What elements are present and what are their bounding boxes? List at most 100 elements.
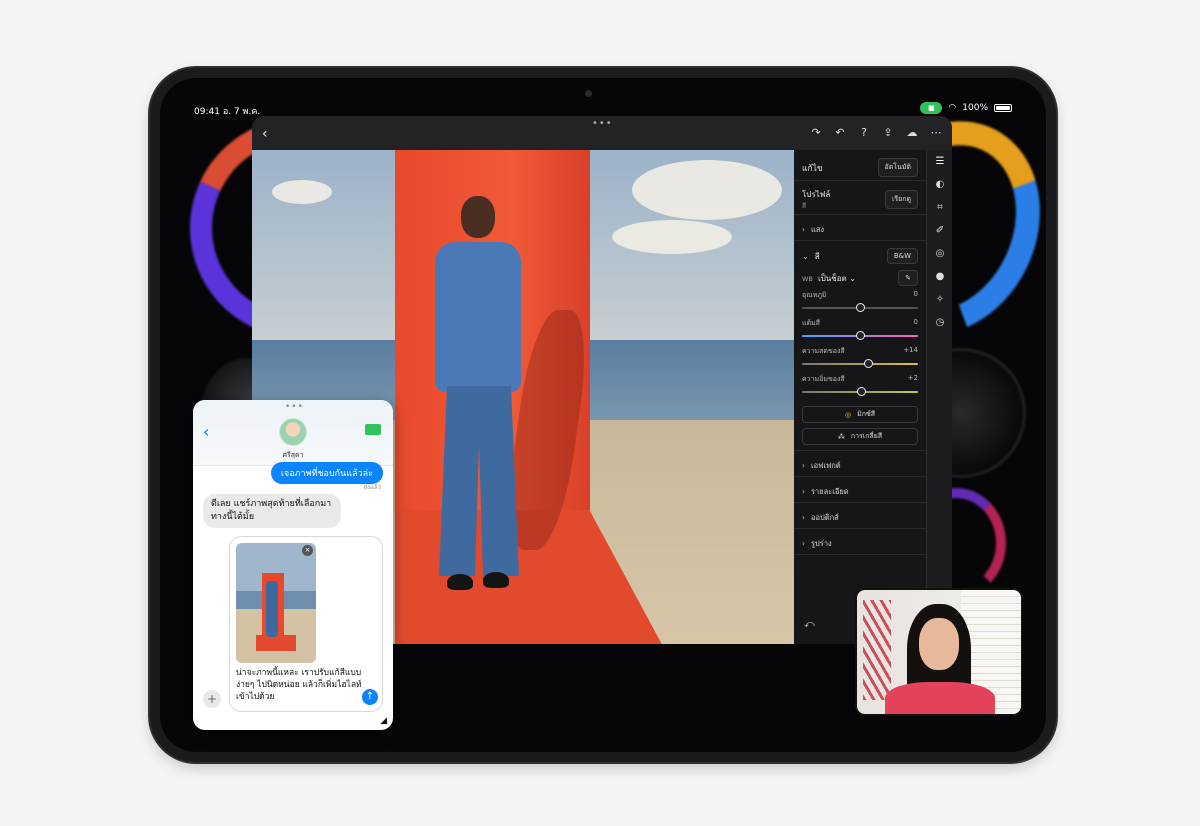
send-button[interactable]: ↑ (362, 689, 378, 705)
window-grabber-icon[interactable]: ••• (592, 118, 613, 129)
panel-header: แก้ไข อัตโนมัติ (794, 158, 926, 177)
reset-icon[interactable]: ⤺ (804, 619, 815, 630)
model-shoe (483, 572, 509, 588)
compose-text[interactable]: น่าจะภาพนี้แหละ เราปรับแก้สีแบบง่ายๆ ไปน… (236, 667, 378, 703)
incoming-message: ดีเลย แชร์ภาพสุดท้ายที่เลือกมาทางนี้ได้ม… (203, 494, 341, 528)
wb-select[interactable]: เป็นช็อต (818, 274, 847, 283)
slider-label: ความสดของสี (802, 347, 845, 355)
tool-strip: ☰ ◐ ⌗ ✐ ◎ ● ✧ ◷ (926, 150, 952, 644)
compose-field[interactable]: × น่าจะภาพนี้แหละ เราปรับแก้สีแบบง่ายๆ ไ… (229, 536, 383, 712)
browse-button[interactable]: เรียกดู (884, 190, 918, 209)
section-label: ออปติกส์ (811, 513, 839, 522)
facetime-pip[interactable] (855, 588, 1023, 716)
slider-value: +2 (907, 374, 918, 382)
masking-icon[interactable]: ◎ (927, 242, 952, 265)
color-mix-label: มิกซ์สี (857, 410, 875, 418)
photo-cloud (632, 160, 782, 220)
avatar[interactable] (279, 418, 307, 446)
slider-track[interactable] (802, 303, 918, 312)
video-call-indicator-icon[interactable]: ■ (920, 102, 943, 114)
model-pants (439, 386, 519, 576)
messages-window: ••• ‹ ศรีสุดา เจอภาพที่ชอบกันแล้วล่ะ ส่ง… (193, 400, 393, 730)
toolbar-icons: ↷ ↶ ? ⇪ ☁ ⋯ (810, 126, 942, 139)
section-color-header: ⌄ สี (802, 250, 820, 263)
section-row[interactable]: › รูปร่าง (794, 538, 926, 550)
slider-knob[interactable] (856, 331, 865, 340)
edit-sliders-icon[interactable]: ☰ (927, 150, 952, 173)
section-row[interactable]: › รายละเอียด (794, 486, 926, 498)
ipad-device: 09:41 อ. 7 พ.ค. ■ ◠ 100% ••• ‹ ↷ ↶ ? ⇪ ☁… (150, 68, 1056, 762)
add-attachment-icon[interactable]: + (203, 690, 221, 708)
back-icon[interactable]: ‹ (262, 126, 268, 142)
status-time: 09:41 อ. 7 พ.ค. (194, 104, 260, 118)
chevron-right-icon: › (802, 539, 805, 548)
help-icon[interactable]: ? (858, 126, 870, 139)
auto-button[interactable]: อัตโนมัติ (877, 158, 918, 177)
ipad-screen: 09:41 อ. 7 พ.ค. ■ ◠ 100% ••• ‹ ↷ ↶ ? ⇪ ☁… (160, 78, 1046, 752)
slider-label: แต้มสี (802, 319, 820, 327)
section-label: รายละเอียด (811, 487, 849, 496)
color-wheel-icon: ◎ (845, 410, 852, 419)
remove-attachment-icon[interactable]: × (302, 545, 313, 556)
color-grading-button[interactable]: ⁂ การเกลี่ยสี (802, 428, 918, 445)
window-grabber-icon[interactable]: ••• (285, 402, 304, 412)
divider (794, 554, 926, 555)
section-row[interactable]: › เอฟเฟกต์ (794, 460, 926, 472)
photo-cloud (272, 180, 332, 204)
redo-icon[interactable]: ↷ (810, 126, 822, 139)
slider-knob[interactable] (864, 359, 874, 368)
slider-row: ความสดของสี +14 (794, 346, 926, 368)
section-label: รูปร่าง (811, 539, 832, 548)
contact-name: ศรีสุดา (282, 451, 304, 459)
slider-track[interactable] (802, 387, 918, 396)
more-icon[interactable]: ⋯ (930, 126, 942, 139)
slider-label: อุณหภูมิ (802, 291, 827, 299)
slider-track[interactable] (802, 331, 918, 340)
section-color[interactable]: ⌄ สี B&W (794, 248, 926, 264)
slider-knob[interactable] (856, 303, 865, 312)
profile-value: สี (802, 202, 806, 210)
divider (794, 502, 926, 503)
divider (794, 180, 926, 181)
photo-cloud (612, 220, 732, 254)
divider (794, 240, 926, 241)
chevron-right-icon: › (802, 513, 805, 522)
brush-icon[interactable]: ✐ (927, 219, 952, 242)
resize-handle-icon[interactable]: ◢ (380, 716, 387, 726)
healing-icon[interactable]: ● (927, 265, 952, 288)
divider (794, 450, 926, 451)
delivery-status: ส่งแล้ว (363, 484, 381, 491)
section-light[interactable]: › แสง (794, 224, 926, 236)
ft-person-face (919, 618, 959, 670)
cloud-sync-icon[interactable]: ☁ (906, 126, 918, 139)
undo-icon[interactable]: ↶ (834, 126, 846, 139)
slider-row: แต้มสี 0 (794, 318, 926, 340)
crop-icon[interactable]: ⌗ (927, 196, 952, 219)
eyedropper-icon[interactable]: ✎ (898, 270, 918, 286)
slider-value: 0 (913, 318, 918, 326)
status-right: ■ ◠ 100% (920, 102, 1012, 114)
attached-photo[interactable] (236, 543, 316, 663)
slider-label: ความอิ่มของสี (802, 375, 845, 383)
chevron-right-icon: › (802, 461, 805, 470)
model-head (461, 196, 495, 238)
thumb-model (266, 581, 278, 637)
back-icon[interactable]: ‹ (203, 422, 209, 441)
share-icon[interactable]: ⇪ (882, 126, 894, 139)
grade-row: ⁂ การเกลี่ยสี (794, 428, 926, 445)
color-mix-button[interactable]: ◎ มิกซ์สี (802, 406, 918, 423)
profile-label-group: โปรไฟล์ สี (802, 188, 830, 211)
battery-percent: 100% (962, 103, 988, 113)
presets-icon[interactable]: ◐ (927, 173, 952, 196)
slider-knob[interactable] (857, 387, 867, 396)
slider-value: 0 (913, 290, 918, 298)
bw-button[interactable]: B&W (886, 248, 918, 264)
facetime-video-icon[interactable] (365, 424, 381, 435)
history-icon[interactable]: ◷ (927, 311, 952, 334)
divider (794, 528, 926, 529)
battery-icon (994, 104, 1012, 112)
slider-track[interactable] (802, 359, 918, 368)
chevron-right-icon: › (802, 225, 805, 234)
remove-icon[interactable]: ✧ (927, 288, 952, 311)
section-row[interactable]: › ออปติกส์ (794, 512, 926, 524)
